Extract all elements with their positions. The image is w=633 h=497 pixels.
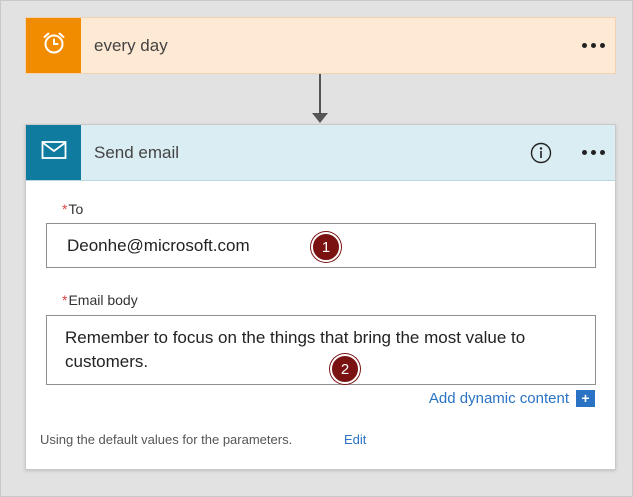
mail-icon (41, 140, 67, 165)
action-header[interactable]: Send email (26, 125, 615, 181)
info-icon[interactable] (529, 141, 553, 165)
trigger-title: every day (94, 35, 168, 55)
more-dot (590, 150, 596, 155)
more-dot (599, 43, 605, 48)
trigger-icon-box (26, 18, 81, 73)
action-more-options-button[interactable] (571, 138, 615, 168)
email-body-value: Remember to focus on the things that bri… (65, 328, 526, 371)
required-marker: * (62, 292, 68, 308)
action-card-send-email: Send email *To Deonhe@microsoft.com 1 *E… (25, 124, 616, 470)
connector-line (319, 74, 321, 114)
alarm-clock-icon (41, 30, 67, 61)
to-field-label: *To (62, 201, 83, 217)
to-label-text: To (68, 201, 84, 217)
action-icon-box (26, 125, 81, 180)
connector-arrow-icon (312, 113, 328, 123)
email-body-field[interactable]: Remember to focus on the things that bri… (46, 315, 596, 385)
to-field-value: Deonhe@microsoft.com (67, 236, 250, 255)
trigger-card-every-day[interactable]: every day (25, 17, 616, 74)
more-dot (599, 150, 605, 155)
add-dynamic-content-link[interactable]: Add dynamic content (429, 390, 569, 407)
more-dot (581, 43, 587, 48)
callout-badge-1: 1 (311, 232, 341, 262)
required-marker: * (62, 201, 68, 217)
more-dot (590, 43, 596, 48)
edit-parameters-link[interactable]: Edit (344, 432, 366, 447)
email-body-field-label: *Email body (62, 292, 138, 308)
callout-badge-2: 2 (330, 354, 360, 384)
email-body-label-text: Email body (68, 292, 138, 308)
more-dot (581, 150, 587, 155)
action-title: Send email (94, 142, 180, 162)
add-dynamic-content-plus-icon[interactable]: + (576, 390, 595, 407)
default-values-note: Using the default values for the paramet… (40, 432, 293, 447)
trigger-more-options-button[interactable] (571, 31, 615, 61)
